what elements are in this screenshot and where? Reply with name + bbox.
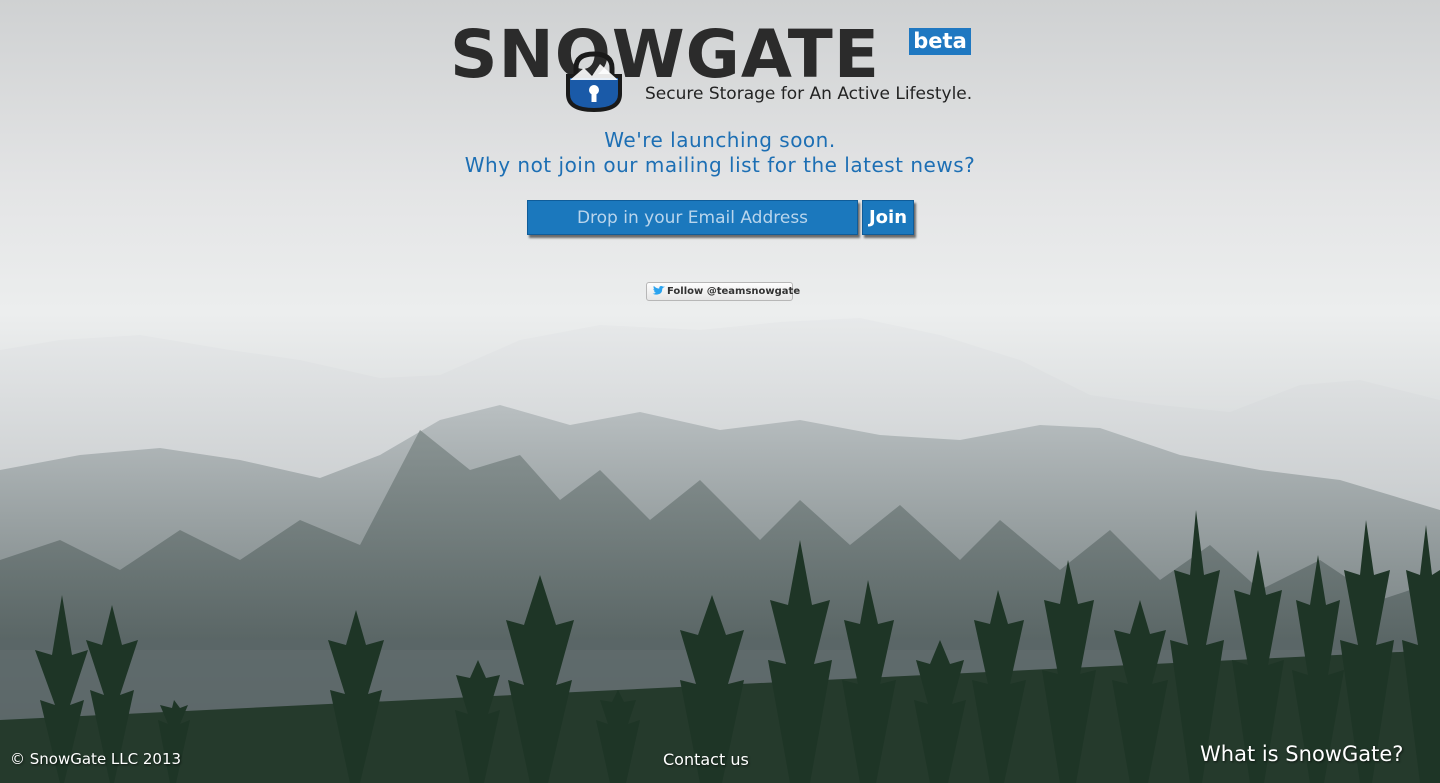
mountain-forest-background: [0, 318, 1440, 783]
beta-badge: beta: [909, 28, 971, 55]
copyright-text: © SnowGate LLC 2013: [10, 750, 182, 768]
padlock-icon: [566, 51, 622, 112]
logo-wordmark: SNOWGATE: [450, 16, 880, 93]
email-input[interactable]: [527, 200, 858, 235]
join-button[interactable]: Join: [862, 200, 914, 235]
contact-us-link[interactable]: Contact us: [663, 750, 749, 769]
twitter-bird-icon: [652, 285, 665, 295]
announcement-line-1: We're launching soon.: [604, 128, 836, 152]
twitter-follow-button[interactable]: Follow @teamsnowgate: [646, 282, 800, 301]
logo-tagline: Secure Storage for An Active Lifestyle.: [645, 84, 973, 104]
snowgate-logo: SNOWGATE beta Secure Storage for An Acti…: [450, 22, 972, 114]
what-is-snowgate-link[interactable]: What is SnowGate?: [1200, 742, 1403, 766]
announcement-line-2: Why not join our mailing list for the la…: [464, 153, 976, 177]
twitter-follow-label: Follow @teamsnowgate: [667, 286, 801, 297]
